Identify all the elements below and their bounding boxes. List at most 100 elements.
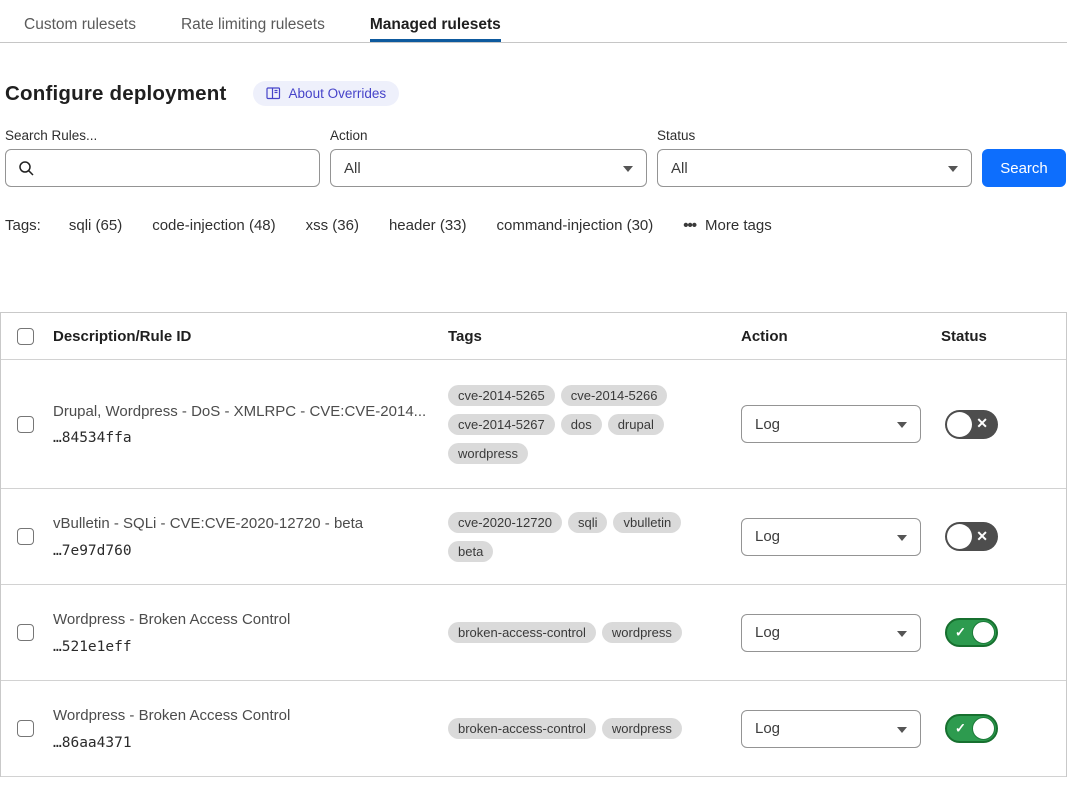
toggle-knob xyxy=(947,524,972,549)
rule-tag-pill: cve-2014-5265 xyxy=(448,385,555,406)
more-tags-button[interactable]: ••• More tags xyxy=(683,217,771,234)
rule-status-toggle[interactable]: ✓ xyxy=(945,714,998,743)
action-filter-select[interactable]: All xyxy=(330,149,647,187)
toggle-knob xyxy=(972,621,995,644)
chevron-down-icon xyxy=(948,166,958,172)
toggle-knob xyxy=(972,717,995,740)
rule-tag-pill: cve-2014-5266 xyxy=(561,385,668,406)
status-filter-field: Status All xyxy=(657,128,972,187)
tag-filter-link[interactable]: sqli (65) xyxy=(69,217,122,234)
rule-title: Drupal, Wordpress - DoS - XMLRPC - CVE:C… xyxy=(53,402,442,422)
action-filter-value: All xyxy=(344,160,361,177)
rule-status-toggle[interactable]: ✓ xyxy=(945,618,998,647)
status-filter-label: Status xyxy=(657,128,972,143)
rule-action-value: Log xyxy=(755,720,780,737)
rule-title: vBulletin - SQLi - CVE:CVE-2020-12720 - … xyxy=(53,514,442,534)
chevron-down-icon xyxy=(897,535,907,541)
table-body: Drupal, Wordpress - DoS - XMLRPC - CVE:C… xyxy=(1,360,1066,777)
chevron-down-icon xyxy=(897,631,907,637)
rule-tag-pill: vbulletin xyxy=(613,512,681,533)
toggle-glyph: ✓ xyxy=(955,624,966,640)
toggle-glyph: ✕ xyxy=(976,415,988,432)
page-title: Configure deployment xyxy=(5,82,227,106)
tag-filter-link[interactable]: code-injection (48) xyxy=(152,217,275,234)
row-checkbox[interactable] xyxy=(17,528,34,545)
ruleset-tabbar: Custom rulesets Rate limiting rulesets M… xyxy=(0,0,1067,43)
col-action: Action xyxy=(735,328,935,345)
rule-tag-pill: sqli xyxy=(568,512,608,533)
rule-action-value: Log xyxy=(755,624,780,641)
tab-rate-limiting-rulesets[interactable]: Rate limiting rulesets xyxy=(181,0,325,42)
rule-action-select[interactable]: Log xyxy=(741,614,921,652)
tags-bar: Tags: sqli (65)code-injection (48)xss (3… xyxy=(5,217,1067,234)
rule-id: …86aa4371 xyxy=(53,735,442,751)
row-checkbox[interactable] xyxy=(17,624,34,641)
rule-tags: cve-2020-12720 sqlivbulletin beta xyxy=(442,508,735,566)
tab-managed-rulesets[interactable]: Managed rulesets xyxy=(370,0,501,42)
about-overrides-label: About Overrides xyxy=(289,86,387,101)
ellipsis-icon: ••• xyxy=(683,217,696,234)
rule-title: Wordpress - Broken Access Control xyxy=(53,706,442,726)
rule-status-toggle[interactable]: ✕ xyxy=(945,522,998,551)
book-icon xyxy=(266,87,281,100)
chevron-down-icon xyxy=(623,166,633,172)
tag-links: sqli (65) code-injection (48) xss (36) head… xyxy=(69,217,683,234)
rule-action-select[interactable]: Log xyxy=(741,518,921,556)
rule-tag-pill: cve-2014-5267 xyxy=(448,414,555,435)
rule-action-select[interactable]: Log xyxy=(741,710,921,748)
heading-row: Configure deployment About Overrides xyxy=(5,81,1067,106)
col-status: Status xyxy=(935,328,1066,345)
tag-filter-link[interactable]: xss (36) xyxy=(306,217,359,234)
rule-tags: broken-access-control wordpress xyxy=(442,618,735,647)
search-label: Search Rules... xyxy=(5,128,320,143)
action-filter-label: Action xyxy=(330,128,647,143)
rule-tags: cve-2014-5265 cve-2014-5266 cve-2014-5267 d… xyxy=(442,381,735,468)
col-description: Description/Rule ID xyxy=(47,328,442,345)
rule-action-select[interactable]: Log xyxy=(741,405,921,443)
rule-tag-pill: broken-access-control xyxy=(448,622,596,643)
chevron-down-icon xyxy=(897,727,907,733)
rules-table: Description/Rule ID Tags Action Status D… xyxy=(0,312,1067,777)
search-field: Search Rules... xyxy=(5,128,320,187)
rule-tag-pill: wordpress xyxy=(448,443,528,464)
search-input[interactable] xyxy=(5,149,320,187)
chevron-down-icon xyxy=(897,422,907,428)
toggle-glyph: ✕ xyxy=(976,528,988,545)
rule-tags: broken-access-control wordpress xyxy=(442,714,735,743)
tag-filter-link[interactable]: command-injection (30) xyxy=(497,217,654,234)
filters-row: Search Rules... Action All Status All Se… xyxy=(5,128,1067,187)
rule-id: …84534ffa xyxy=(53,430,442,446)
table-row: Drupal, Wordpress - DoS - XMLRPC - CVE:C… xyxy=(1,360,1066,489)
row-checkbox[interactable] xyxy=(17,720,34,737)
rule-tag-pill: beta xyxy=(448,541,493,562)
col-tags: Tags xyxy=(442,328,735,345)
search-button[interactable]: Search xyxy=(982,149,1066,187)
tag-filter-link[interactable]: header (33) xyxy=(389,217,467,234)
table-row: Wordpress - Broken Access Control …86aa4… xyxy=(1,681,1066,777)
action-filter-field: Action All xyxy=(330,128,647,187)
rule-id: …521e1eff xyxy=(53,639,442,655)
table-header-row: Description/Rule ID Tags Action Status xyxy=(1,313,1066,360)
select-all-checkbox[interactable] xyxy=(17,328,34,345)
header-checkbox-cell xyxy=(1,328,47,345)
toggle-knob xyxy=(947,412,972,437)
table-row: vBulletin - SQLi - CVE:CVE-2020-12720 - … xyxy=(1,489,1066,585)
rule-action-value: Log xyxy=(755,528,780,545)
rule-action-value: Log xyxy=(755,416,780,433)
about-overrides-link[interactable]: About Overrides xyxy=(253,81,400,106)
rule-tag-pill: cve-2020-12720 xyxy=(448,512,562,533)
rule-tag-pill: wordpress xyxy=(602,622,682,643)
more-tags-label: More tags xyxy=(705,217,772,234)
rule-tag-pill: broken-access-control xyxy=(448,718,596,739)
rule-title: Wordpress - Broken Access Control xyxy=(53,610,442,630)
status-filter-value: All xyxy=(671,160,688,177)
table-row: Wordpress - Broken Access Control …521e1… xyxy=(1,585,1066,681)
rule-tag-pill: wordpress xyxy=(602,718,682,739)
tab-custom-rulesets[interactable]: Custom rulesets xyxy=(24,0,136,42)
row-checkbox[interactable] xyxy=(17,416,34,433)
status-filter-select[interactable]: All xyxy=(657,149,972,187)
rule-tag-pill: dos xyxy=(561,414,602,435)
rule-status-toggle[interactable]: ✕ xyxy=(945,410,998,439)
toggle-glyph: ✓ xyxy=(955,720,966,736)
rule-id: …7e97d760 xyxy=(53,543,442,559)
